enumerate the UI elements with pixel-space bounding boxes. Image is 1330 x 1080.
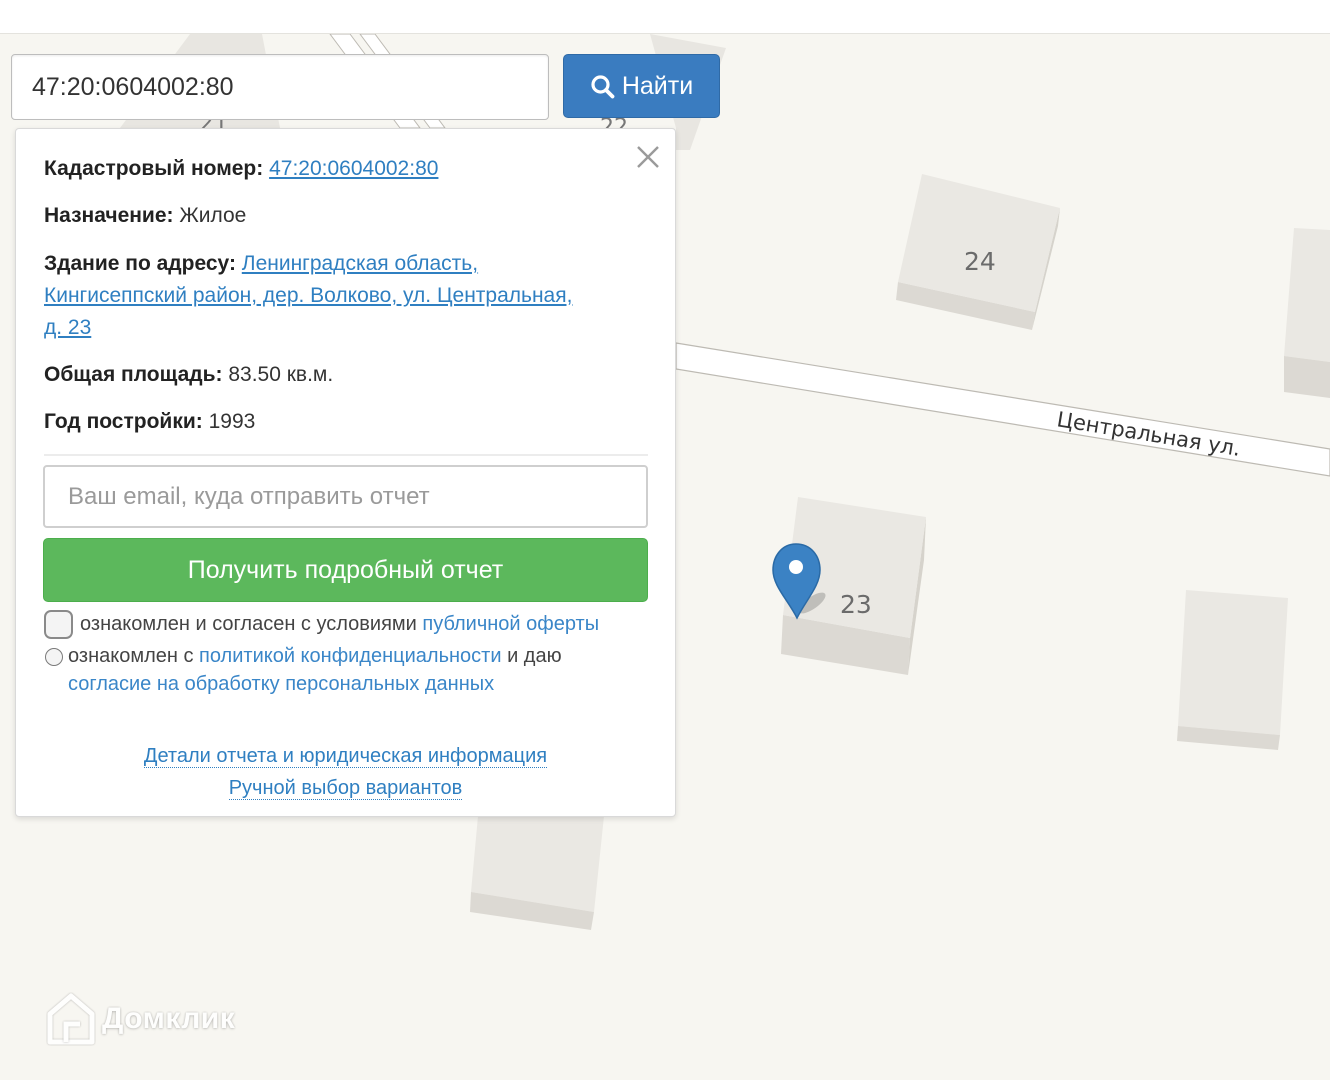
email-field[interactable] bbox=[43, 465, 648, 528]
building-24-number: 24 bbox=[964, 247, 996, 276]
search-icon bbox=[590, 74, 615, 99]
top-strip bbox=[0, 0, 1330, 34]
watermark: Домклик bbox=[46, 992, 235, 1046]
cadastral-label: Кадастровый номер: bbox=[44, 157, 264, 180]
building-right-lower bbox=[1177, 590, 1288, 750]
address-link-line1[interactable]: Ленинградская область, bbox=[242, 252, 478, 275]
property-info-popup: Кадастровый номер: 47:20:0604002:80 Назн… bbox=[15, 128, 676, 817]
privacy-consent-text: ознакомлен с политикой конфиденциальност… bbox=[68, 642, 562, 670]
building-lower-left bbox=[470, 816, 604, 930]
manual-selection-link[interactable]: Ручной выбор вариантов bbox=[228, 777, 463, 800]
details-link[interactable]: Детали отчета и юридическая информация bbox=[143, 745, 548, 768]
address-row: Здание по адресу: Ленинградская область,… bbox=[44, 248, 644, 344]
cadastral-link[interactable]: 47:20:0604002:80 bbox=[269, 157, 438, 180]
year-row: Год постройки: 1993 bbox=[44, 406, 644, 438]
offer-link[interactable]: публичной оферты bbox=[422, 613, 599, 635]
manual-link-row: Ручной выбор вариантов bbox=[16, 774, 675, 802]
area-value: 83.50 кв.м. bbox=[228, 363, 334, 386]
address-label: Здание по адресу: bbox=[44, 252, 236, 275]
privacy-radio[interactable] bbox=[45, 648, 63, 666]
purpose-value: Жилое bbox=[179, 204, 247, 227]
building-right-edge bbox=[1284, 228, 1330, 398]
address-link-line2[interactable]: Кингисеппский район, дер. Волково, ул. Ц… bbox=[44, 284, 572, 307]
area-label: Общая площадь: bbox=[44, 363, 223, 386]
year-value: 1993 bbox=[208, 410, 256, 433]
cadastral-row: Кадастровый номер: 47:20:0604002:80 bbox=[44, 153, 644, 185]
privacy-policy-link[interactable]: политикой конфиденциальности bbox=[199, 645, 501, 667]
purpose-label: Назначение: bbox=[44, 204, 174, 227]
watermark-text: Домклик bbox=[102, 1002, 236, 1035]
area-row: Общая площадь: 83.50 кв.м. bbox=[44, 359, 644, 391]
privacy-text-after: и даю bbox=[507, 645, 562, 667]
divider bbox=[44, 454, 648, 456]
search-input[interactable] bbox=[11, 54, 549, 120]
building-24: 24 bbox=[896, 174, 1060, 330]
offer-consent-text: ознакомлен и согласен с условиями публич… bbox=[80, 610, 599, 638]
offer-text: ознакомлен и согласен с условиями bbox=[80, 613, 417, 635]
search-button[interactable]: Найти bbox=[563, 54, 720, 118]
details-link-row: Детали отчета и юридическая информация bbox=[16, 742, 675, 770]
building-23-number: 23 bbox=[840, 590, 872, 619]
offer-checkbox[interactable] bbox=[44, 610, 73, 639]
get-report-button[interactable]: Получить подробный отчет bbox=[43, 538, 648, 602]
personal-data-consent-line: согласие на обработку персональных данны… bbox=[68, 670, 494, 698]
address-link-line3[interactable]: д. 23 bbox=[44, 316, 91, 339]
search-button-label: Найти bbox=[621, 71, 694, 100]
street-label: Центральная ул. bbox=[1055, 407, 1242, 461]
house-logo-icon bbox=[46, 992, 96, 1046]
purpose-row: Назначение: Жилое bbox=[44, 200, 644, 232]
year-label: Год постройки: bbox=[44, 410, 203, 433]
privacy-text-before: ознакомлен с bbox=[68, 645, 194, 667]
personal-data-consent-link[interactable]: согласие на обработку персональных данны… bbox=[68, 673, 494, 695]
